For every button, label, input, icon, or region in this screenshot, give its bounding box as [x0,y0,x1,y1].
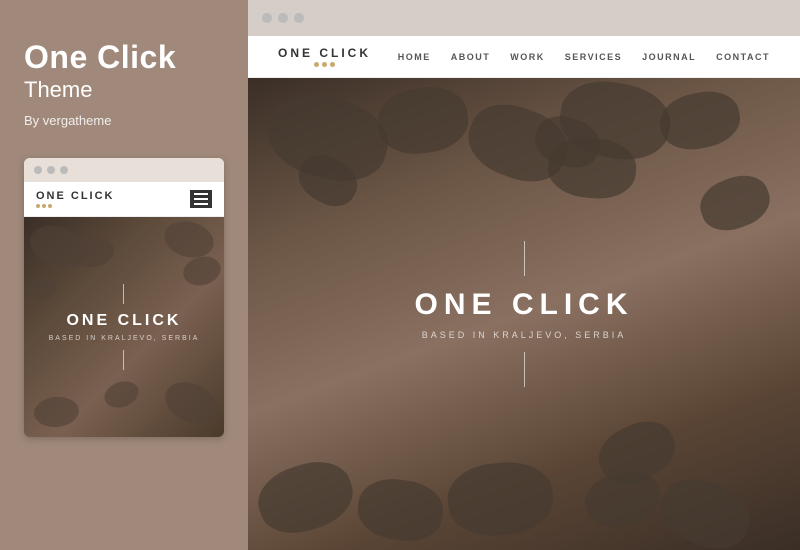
desktop-nav: ONE CLICK HOME ABOUT WORK SERVICES JOURN… [248,36,800,78]
nav-link-about[interactable]: ABOUT [451,52,491,62]
nav-link-home[interactable]: HOME [398,52,431,62]
theme-title: One Click [24,40,176,75]
mobile-hero-line-bottom [123,350,124,370]
logo-dot-1 [36,204,40,208]
hero-main-title: ONE CLICK [415,288,634,322]
nav-link-work[interactable]: WORK [510,52,545,62]
browser-dot-2 [278,13,288,23]
left-panel: One Click Theme By vergatheme ONE CLICK [0,0,248,550]
mobile-hero-line-top [123,284,124,304]
logo-dot-2 [42,204,46,208]
mobile-hero: ONE CLICK BASED IN KRALJEVO, SERBIA [24,217,224,437]
mobile-nav-bar: ONE CLICK [24,182,224,217]
mobile-hero-title: ONE CLICK [49,312,200,330]
mobile-logo: ONE CLICK [36,190,115,208]
mobile-logo-text: ONE CLICK [36,190,115,202]
logo-dot-3 [48,204,52,208]
desktop-logo-text: ONE CLICK [278,46,371,60]
hamburger-line-3 [194,203,208,205]
desktop-nav-links: HOME ABOUT WORK SERVICES JOURNAL CONTACT [398,52,770,62]
desktop-hero-content: ONE CLICK BASED IN KRALJEVO, SERBIA [415,241,634,387]
desktop-logo-dot-2 [322,62,327,67]
desktop-logo-dot-3 [330,62,335,67]
dot-1 [34,166,42,174]
mobile-hero-subtitle: BASED IN KRALJEVO, SERBIA [49,335,200,342]
theme-author: By vergatheme [24,113,111,128]
hamburger-line-2 [194,198,208,200]
browser-dot-1 [262,13,272,23]
desktop-logo-dots [314,62,335,67]
browser-chrome [248,0,800,36]
hero-line-top [524,241,525,276]
mobile-card-top-bar [24,158,224,182]
theme-subtitle: Theme [24,77,92,103]
dot-2 [47,166,55,174]
right-panel: ONE CLICK HOME ABOUT WORK SERVICES JOURN… [248,0,800,550]
desktop-logo: ONE CLICK [278,46,371,67]
nav-link-services[interactable]: SERVICES [565,52,622,62]
desktop-hero: ONE CLICK BASED IN KRALJEVO, SERBIA [248,78,800,550]
nav-link-contact[interactable]: CONTACT [716,52,770,62]
hamburger-line-1 [194,193,208,195]
dot-3 [60,166,68,174]
browser-dot-3 [294,13,304,23]
nav-link-journal[interactable]: JOURNAL [642,52,696,62]
mobile-preview-card: ONE CLICK [24,158,224,437]
mobile-logo-dots [36,204,115,208]
desktop-logo-dot-1 [314,62,319,67]
mobile-hero-content: ONE CLICK BASED IN KRALJEVO, SERBIA [49,284,200,370]
hero-line-bottom [524,352,525,387]
hamburger-button[interactable] [190,190,212,208]
hero-tagline: BASED IN KRALJEVO, SERBIA [415,330,634,340]
desktop-preview: ONE CLICK HOME ABOUT WORK SERVICES JOURN… [248,36,800,550]
